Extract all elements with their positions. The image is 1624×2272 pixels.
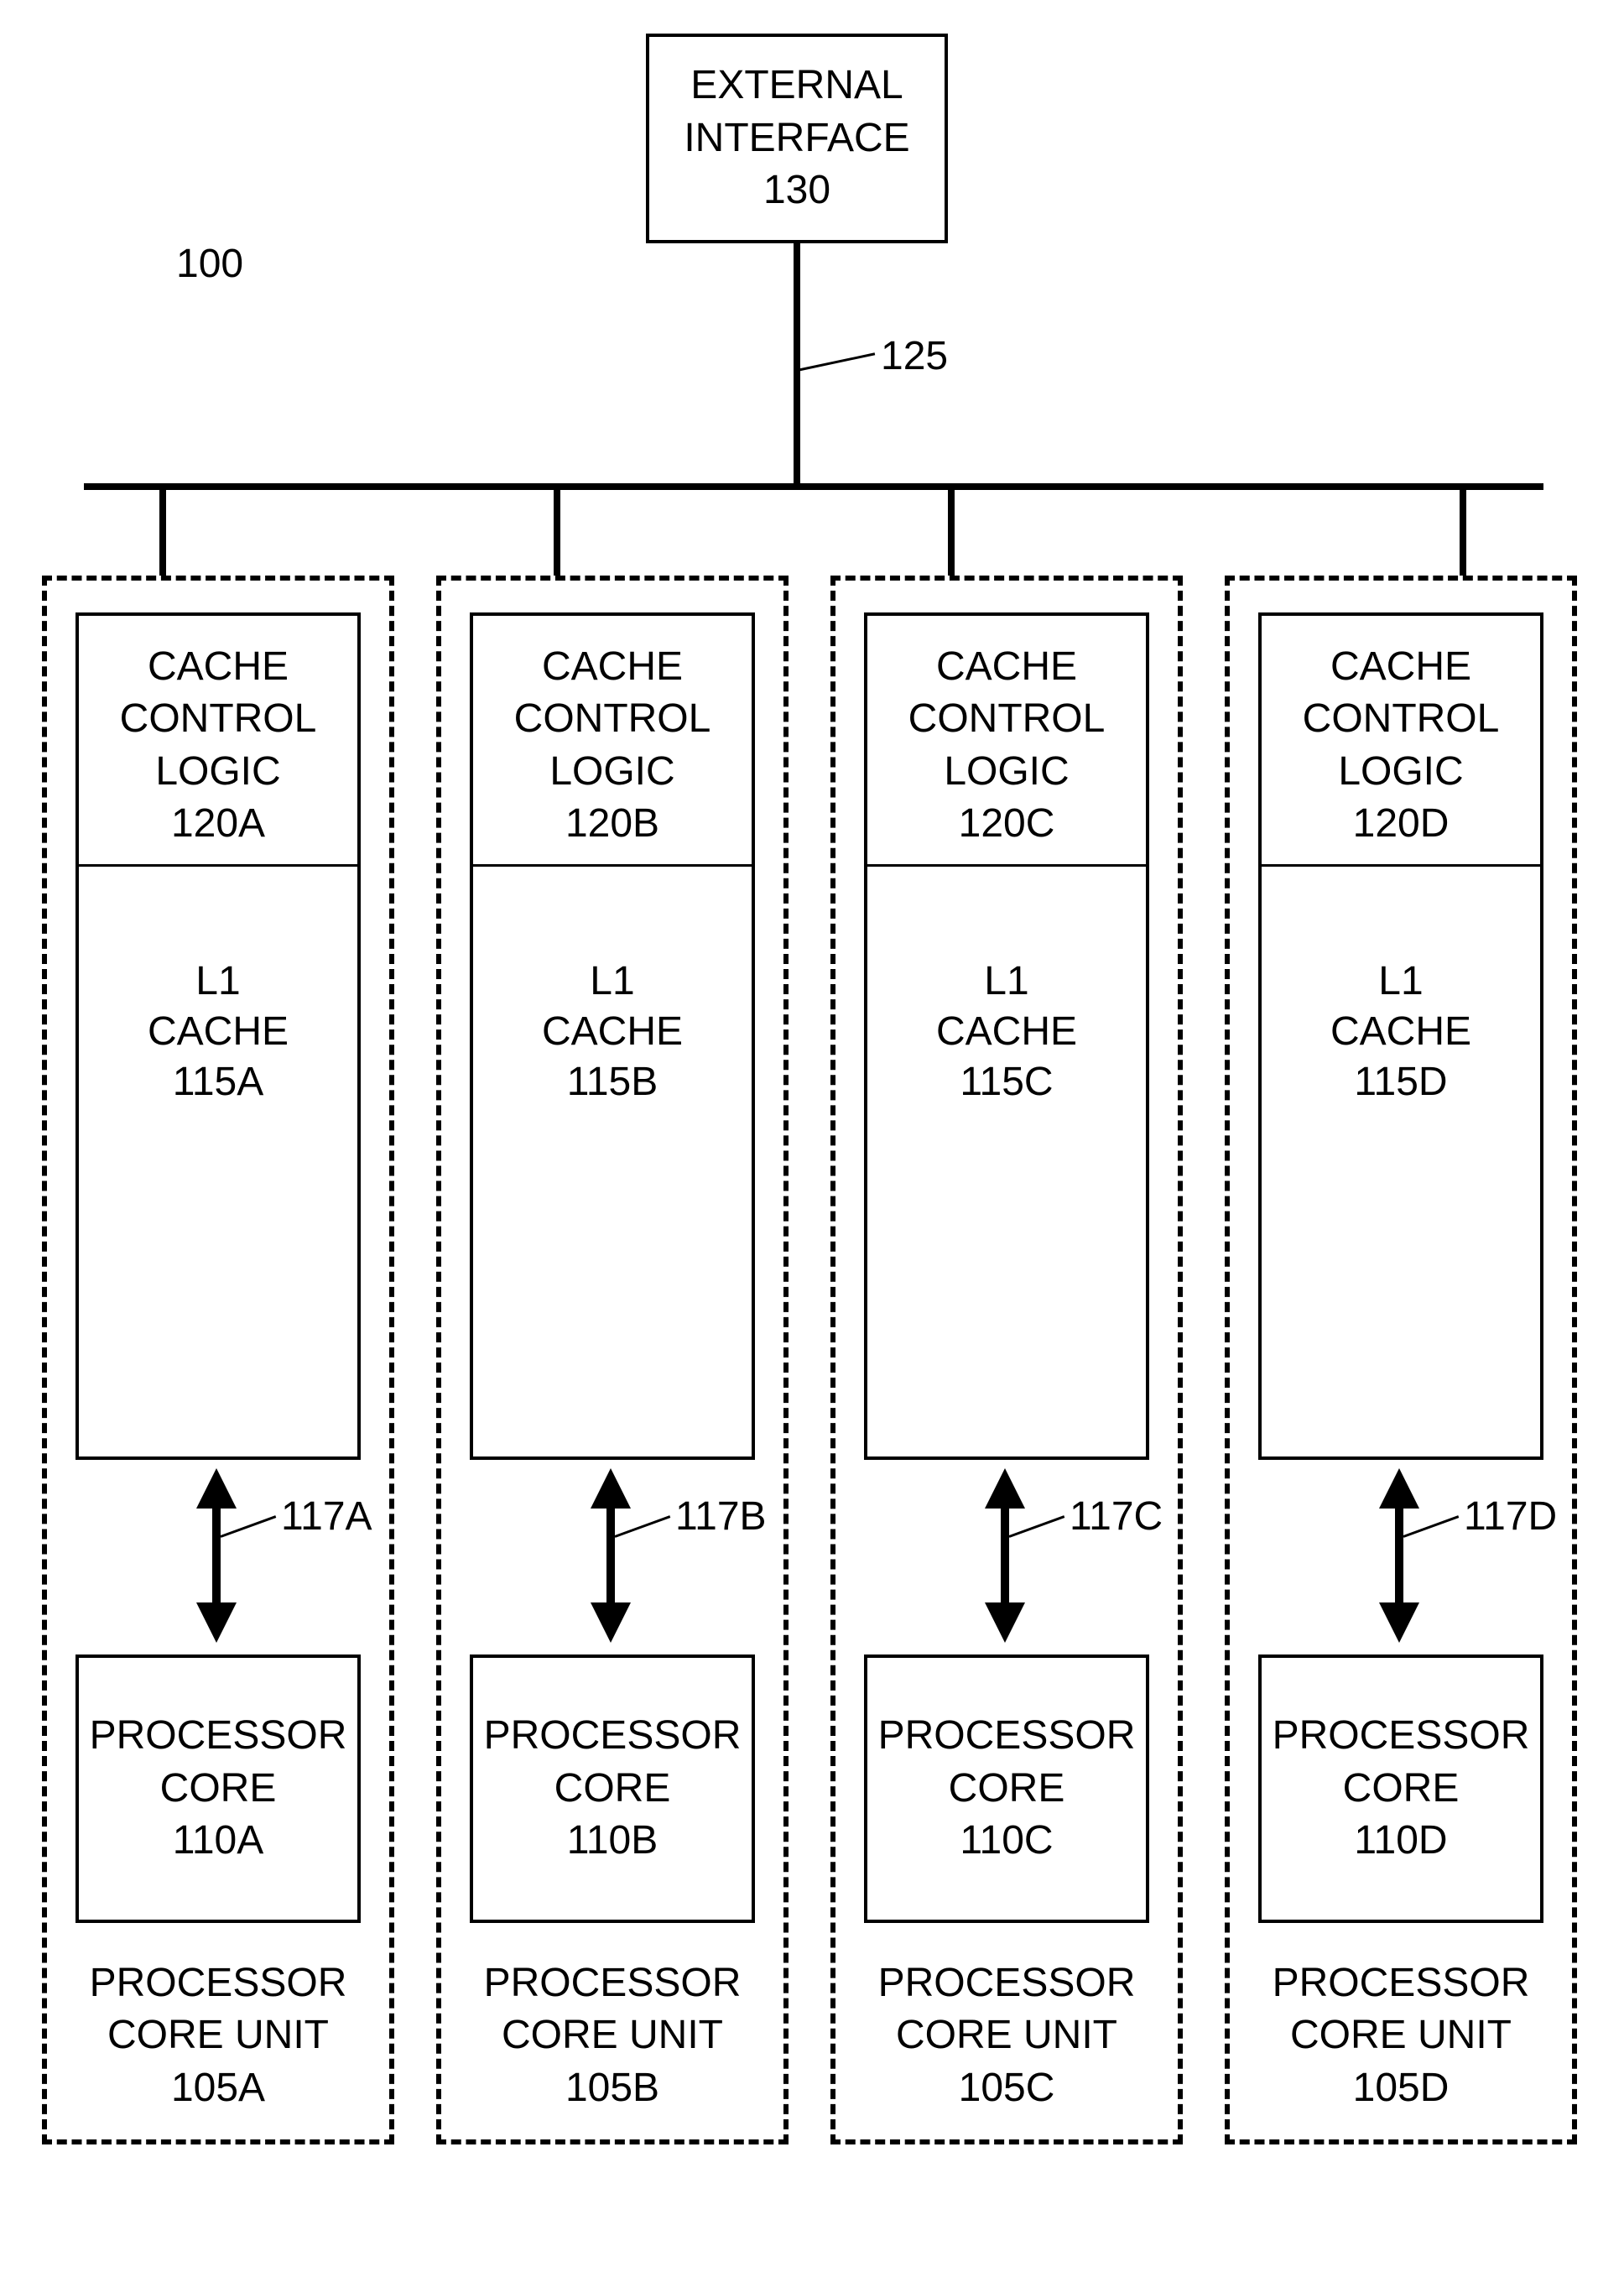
- arrow-a-ref: 117A: [281, 1492, 372, 1542]
- unit-d-line1: PROCESSOR: [1230, 1957, 1572, 2009]
- arrow-a-down: [196, 1602, 237, 1643]
- arrow-d-ref: 117D: [1464, 1492, 1557, 1542]
- l1-b-line2: CACHE: [470, 1007, 755, 1057]
- ccl-c-line2: CONTROL: [908, 693, 1106, 745]
- proc-c: PROCESSOR CORE 110C: [864, 1654, 1149, 1923]
- arrow-c-line: [1001, 1502, 1009, 1611]
- arrow-b-line: [606, 1502, 615, 1611]
- proc-a-line2: CORE: [160, 1763, 277, 1815]
- proc-c-line2: CORE: [949, 1763, 1065, 1815]
- arrow-b-down: [591, 1602, 631, 1643]
- bus-drop-c: [948, 483, 955, 576]
- cache-div-d: [1258, 864, 1543, 867]
- proc-a-line1: PROCESSOR: [90, 1710, 347, 1762]
- arrow-b-ref: 117B: [675, 1492, 767, 1542]
- ccl-a-line3: LOGIC: [120, 746, 317, 798]
- diagram-ref: 100: [176, 239, 243, 289]
- ccl-d-ref: 120D: [1303, 798, 1500, 850]
- l1-c-line1: L1: [864, 956, 1149, 1007]
- bus-drop-a: [159, 483, 166, 576]
- arrow-c-ref: 117C: [1070, 1492, 1163, 1542]
- ccl-b-line3: LOGIC: [514, 746, 711, 798]
- proc-d-line2: CORE: [1343, 1763, 1460, 1815]
- ccl-d-line3: LOGIC: [1303, 746, 1500, 798]
- ccl-d-line2: CONTROL: [1303, 693, 1500, 745]
- external-interface-line2: INTERFACE: [684, 112, 909, 164]
- l1-c-ref: 115C: [864, 1057, 1149, 1107]
- external-interface-box: EXTERNAL INTERFACE 130: [646, 34, 948, 243]
- proc-d: PROCESSOR CORE 110D: [1258, 1654, 1543, 1923]
- proc-b-line1: PROCESSOR: [484, 1710, 742, 1762]
- proc-d-line1: PROCESSOR: [1273, 1710, 1530, 1762]
- ccl-b-ref: 120B: [514, 798, 711, 850]
- cache-div-c: [864, 864, 1149, 867]
- unit-b-line2: CORE UNIT: [441, 2009, 783, 2061]
- unit-c-line2: CORE UNIT: [835, 2009, 1178, 2061]
- l1-d-line1: L1: [1258, 956, 1543, 1007]
- l1-c-line2: CACHE: [864, 1007, 1149, 1057]
- unit-c-line1: PROCESSOR: [835, 1957, 1178, 2009]
- unit-a-ref: 105A: [47, 2062, 389, 2114]
- ext-to-bus-line: [794, 243, 800, 487]
- l1-b-ref: 115B: [470, 1057, 755, 1107]
- unit-b-ref: 105B: [441, 2062, 783, 2114]
- ccl-c-ref: 120C: [908, 798, 1106, 850]
- unit-a-line2: CORE UNIT: [47, 2009, 389, 2061]
- ccl-d-line1: CACHE: [1303, 641, 1500, 693]
- proc-a-ref: 110A: [173, 1815, 264, 1867]
- proc-a: PROCESSOR CORE 110A: [75, 1654, 361, 1923]
- ccl-a-ref: 120A: [120, 798, 317, 850]
- unit-d-line2: CORE UNIT: [1230, 2009, 1572, 2061]
- l1-a-line2: CACHE: [75, 1007, 361, 1057]
- ccl-c-line3: LOGIC: [908, 746, 1106, 798]
- unit-c-ref: 105C: [835, 2062, 1178, 2114]
- bus-ref: 125: [881, 331, 948, 382]
- bus-drop-b: [554, 483, 560, 576]
- ccl-a-line2: CONTROL: [120, 693, 317, 745]
- l1-a-ref: 115A: [75, 1057, 361, 1107]
- l1-d-line2: CACHE: [1258, 1007, 1543, 1057]
- proc-b-ref: 110B: [567, 1815, 658, 1867]
- external-interface-ref: 130: [763, 164, 830, 216]
- cache-div-b: [470, 864, 755, 867]
- l1-a-line1: L1: [75, 956, 361, 1007]
- proc-c-ref: 110C: [960, 1815, 1053, 1867]
- arrow-a-line: [212, 1502, 221, 1611]
- ccl-b-line2: CONTROL: [514, 693, 711, 745]
- arrow-d-line: [1395, 1502, 1403, 1611]
- unit-b-line1: PROCESSOR: [441, 1957, 783, 2009]
- ccl-b-line1: CACHE: [514, 641, 711, 693]
- bus-leader: [797, 352, 876, 372]
- unit-d-ref: 105D: [1230, 2062, 1572, 2114]
- ccl-c-line1: CACHE: [908, 641, 1106, 693]
- unit-a-line1: PROCESSOR: [47, 1957, 389, 2009]
- ccl-a-line1: CACHE: [120, 641, 317, 693]
- proc-b: PROCESSOR CORE 110B: [470, 1654, 755, 1923]
- cache-div-a: [75, 864, 361, 867]
- proc-b-line2: CORE: [554, 1763, 671, 1815]
- bus-line: [84, 483, 1543, 490]
- arrow-d-down: [1379, 1602, 1419, 1643]
- external-interface-line1: EXTERNAL: [690, 60, 903, 112]
- bus-drop-d: [1460, 483, 1466, 576]
- proc-c-line1: PROCESSOR: [878, 1710, 1136, 1762]
- arrow-c-down: [985, 1602, 1025, 1643]
- l1-b-line1: L1: [470, 956, 755, 1007]
- l1-d-ref: 115D: [1258, 1057, 1543, 1107]
- proc-d-ref: 110D: [1354, 1815, 1447, 1867]
